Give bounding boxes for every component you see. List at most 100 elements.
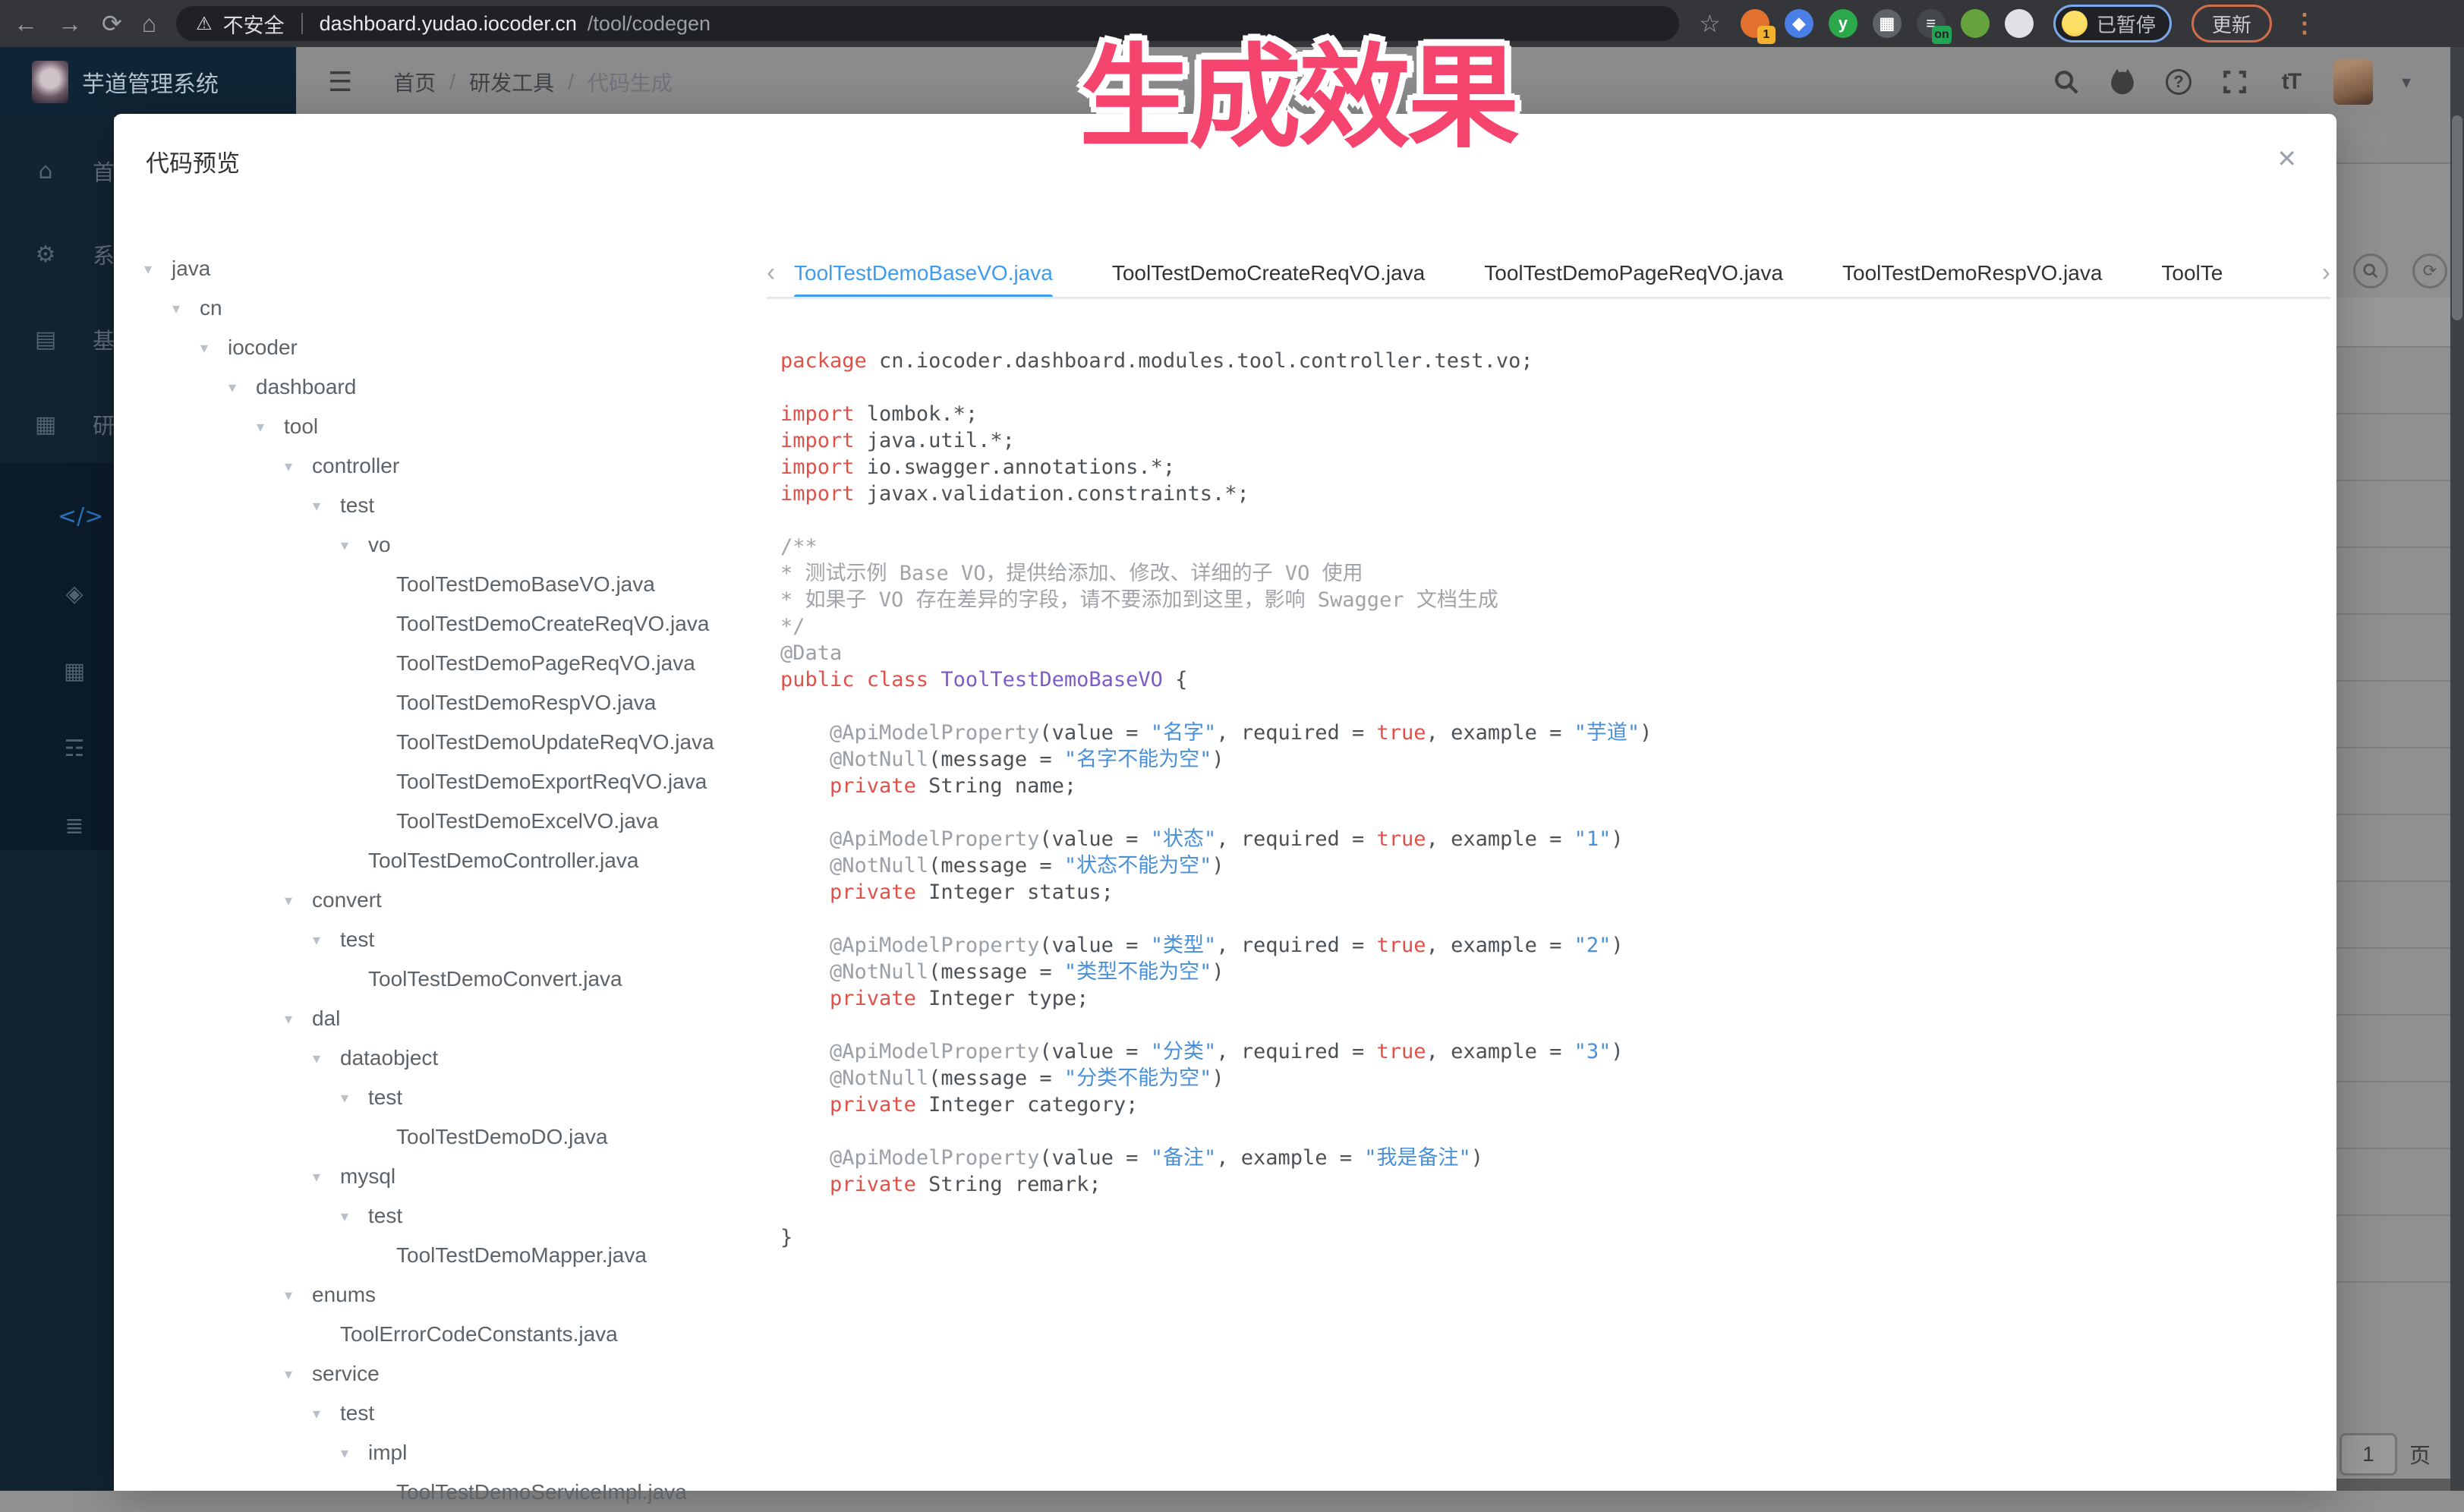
ext-plant-icon[interactable] [1961,9,1990,38]
tree-folder[interactable]: ▾test [144,1078,759,1117]
refresh-circle-button[interactable]: ⟳ [2412,254,2447,288]
tree-folder[interactable]: ▾test [144,1394,759,1433]
github-icon[interactable] [2109,68,2136,96]
ext-blue-icon[interactable]: ◆ [1785,9,1813,38]
breadcrumb-home[interactable]: 首页 [393,67,436,97]
tree-file[interactable]: ToolErrorCodeConstants.java [144,1315,759,1354]
tree-folder[interactable]: ▾mysql [144,1157,759,1196]
file-tab-1[interactable]: ToolTestDemoBaseVO.java [794,249,1053,297]
tree-folder[interactable]: ▾iocoder [144,328,759,367]
browser-menu-icon[interactable]: ⋮ [2292,8,2317,39]
browser-update-button[interactable]: 更新 [2191,5,2272,43]
sidebar-subitem-2[interactable]: ◈代 [0,578,114,610]
code-line: * 测试示例 Base VO，提供给添加、修改、详细的子 VO 使用 [780,560,2314,587]
tree-file[interactable]: ToolTestDemoMapper.java [144,1236,759,1275]
tabs-scroll-right-icon[interactable]: › [2303,258,2330,288]
user-avatar[interactable] [2333,59,2373,105]
close-icon[interactable]: ✕ [2277,144,2297,173]
tree-folder[interactable]: ▾dal [144,999,759,1038]
bookmark-star-icon[interactable]: ☆ [1699,9,1721,38]
caret-down-icon: ▾ [285,1010,312,1028]
tree-label: ToolTestDemoBaseVO.java [396,572,655,597]
tree-file[interactable]: ToolTestDemoConvert.java [144,959,759,999]
tree-file[interactable]: ToolTestDemoServiceImpl.java [144,1473,759,1512]
table-row-line [2336,880,2464,882]
code-line [780,507,2314,534]
reload-icon[interactable]: ⟳ [102,11,122,36]
tree-folder[interactable]: ▾java [144,249,759,288]
sidebar-subitem-1[interactable]: </>代 [0,500,114,532]
file-tab-4[interactable]: ToolTestDemoRespVO.java [1842,249,2102,297]
tree-label: tool [284,414,318,439]
tree-folder[interactable]: ▾test [144,486,759,525]
tree-folder[interactable]: ▾dashboard [144,367,759,407]
page-scrollbar[interactable] [2450,47,2464,1491]
help-icon[interactable]: ? [2165,68,2192,96]
header-actions: ? tT ▾ [2053,47,2411,117]
ext-puzzle-icon[interactable] [2005,9,2034,38]
tree-label: ToolTestDemoUpdateReqVO.java [396,730,714,754]
fullscreen-icon[interactable] [2221,68,2248,96]
tree-folder[interactable]: ▾impl [144,1433,759,1473]
code-line: @NotNull(message = "名字不能为空") [780,746,2314,773]
sidebar-subitem-3[interactable]: ▦表 [0,655,114,687]
avatar-caret-icon[interactable]: ▾ [2402,71,2411,93]
tree-file[interactable]: ToolTestDemoUpdateReqVO.java [144,723,759,762]
tree-file[interactable]: ToolTestDemoRespVO.java [144,683,759,723]
code-preview-modal: 代码预览 ✕ ▾java▾cn▾iocoder▾dashboard▾tool▾c… [114,114,2336,1491]
security-label[interactable]: 不安全 [223,9,285,39]
monitor-icon: ▤ [29,326,62,353]
ext-list-icon[interactable]: ≡on [1917,9,1946,38]
file-tab-3[interactable]: ToolTestDemoPageReqVO.java [1484,249,1783,297]
tree-folder[interactable]: ▾enums [144,1275,759,1315]
file-tab-2[interactable]: ToolTestDemoCreateReqVO.java [1112,249,1425,297]
ext-orange-icon[interactable]: 1 [1741,9,1769,38]
breadcrumb-tools[interactable]: 研发工具 [469,67,554,97]
sidebar-item-2[interactable]: ⚙系统 [0,238,114,270]
search-icon[interactable] [2053,68,2080,96]
ext-grid-icon[interactable]: ▦ [1873,9,1902,38]
sidebar-item-1[interactable]: ⌂首页 [0,155,114,187]
tree-folder[interactable]: ▾convert [144,880,759,920]
tree-folder[interactable]: ▾test [144,1196,759,1236]
search-circle-button[interactable] [2353,254,2388,288]
sidebar-item-4[interactable]: ▦研发 [0,408,114,440]
app-logo-block[interactable]: 芋道管理系统 [0,47,296,117]
forward-icon[interactable]: → [58,11,82,36]
tree-folder[interactable]: ▾cn [144,288,759,328]
tree-file[interactable]: ToolTestDemoPageReqVO.java [144,644,759,683]
code-line [780,906,2314,932]
tree-file[interactable]: ToolTestDemoExportReqVO.java [144,762,759,802]
tree-folder[interactable]: ▾test [144,920,759,959]
font-size-icon[interactable]: tT [2277,68,2305,96]
tree-file[interactable]: ToolTestDemoBaseVO.java [144,565,759,604]
tree-folder[interactable]: ▾service [144,1354,759,1394]
tree-file[interactable]: ToolTestDemoCreateReqVO.java [144,604,759,644]
home-icon[interactable]: ⌂ [142,11,156,36]
sidebar-subitem-5[interactable]: ≣数 [0,810,114,842]
sidebar-subitem-4[interactable]: ☶系 [0,732,114,764]
tabs-scroll-left-icon[interactable]: ‹ [767,258,794,288]
tree-file[interactable]: ToolTestDemoDO.java [144,1117,759,1157]
sidebar-item-label: 系统 [93,238,114,270]
caret-down-icon: ▾ [313,1167,340,1186]
tree-label: java [172,257,210,281]
code-line: @ApiModelProperty(value = "备注", example … [780,1145,2314,1171]
back-icon[interactable]: ← [14,11,38,36]
table-row-line [2336,1214,2464,1216]
tree-folder[interactable]: ▾tool [144,407,759,446]
page-number-input[interactable]: 1 [2340,1433,2397,1476]
file-tab-5[interactable]: ToolTe [2161,249,2223,297]
tree-file[interactable]: ToolTestDemoExcelVO.java [144,802,759,841]
sidebar-item-3[interactable]: ▤基础 [0,323,114,355]
ext-green-y-icon[interactable]: y [1829,9,1857,38]
tree-folder[interactable]: ▾dataobject [144,1038,759,1078]
paused-extension-pill[interactable]: 已暂停 [2053,5,2172,43]
tree-file[interactable]: ToolTestDemoController.java [144,841,759,880]
tree-label: service [312,1362,380,1386]
code-viewer[interactable]: package cn.iocoder.dashboard.modules.too… [780,348,2314,1251]
tree-folder[interactable]: ▾vo [144,525,759,565]
tree-folder[interactable]: ▾controller [144,446,759,486]
sidebar-toggle-icon[interactable]: ☰ [328,66,352,98]
scrollbar-thumb[interactable] [2452,115,2462,320]
